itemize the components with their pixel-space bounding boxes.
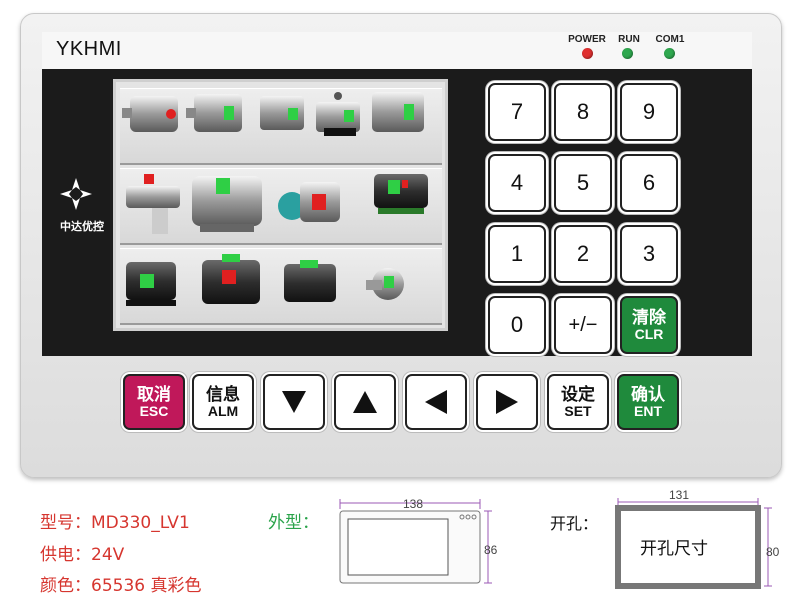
down-arrow-icon	[282, 391, 306, 413]
spec-model: 型号：MD330_LV1	[40, 513, 190, 533]
esc-en-label: ESC	[139, 402, 169, 419]
outline-width: 138	[403, 497, 424, 511]
outline-label: 外型：	[268, 513, 319, 533]
cutout-text: 开孔尺寸	[640, 539, 708, 559]
esc-cn-label: 取消	[137, 384, 171, 404]
alm-button[interactable]: 信息 ALM	[192, 374, 254, 430]
key-6[interactable]: 6	[620, 154, 678, 212]
left-arrow-button[interactable]	[405, 374, 467, 430]
outline-height: 86	[484, 543, 498, 557]
esc-button[interactable]: 取消 ESC	[123, 374, 185, 430]
logo-text: 中达优控	[60, 220, 104, 233]
motor-10[interactable]	[126, 262, 176, 306]
alm-en-label: ALM	[207, 402, 239, 419]
com1-led-label: COM1	[655, 34, 685, 45]
logo-icon	[60, 178, 92, 210]
down-arrow-button[interactable]	[263, 374, 325, 430]
motor-2[interactable]	[186, 94, 242, 132]
motor-7[interactable]	[192, 176, 262, 232]
cutout-label: 开孔：	[550, 514, 599, 533]
motor-6[interactable]	[126, 174, 180, 234]
key-sign[interactable]: +/−	[554, 296, 612, 354]
set-cn-label: 设定	[561, 384, 595, 404]
left-arrow-icon	[425, 390, 447, 414]
key-3[interactable]: 3	[620, 225, 678, 283]
alm-cn-label: 信息	[206, 384, 240, 404]
motor-13[interactable]	[366, 268, 404, 300]
cutout-width: 131	[669, 488, 690, 502]
run-led	[622, 48, 633, 59]
motor-5[interactable]	[372, 92, 424, 132]
right-arrow-icon	[496, 390, 518, 414]
key-7[interactable]: 7	[488, 83, 546, 141]
key-1[interactable]: 1	[488, 225, 546, 283]
outline-drawing	[339, 499, 492, 584]
key-5[interactable]: 5	[554, 154, 612, 212]
motor-11[interactable]	[202, 254, 260, 304]
clear-cn-label: 清除	[632, 307, 666, 327]
up-arrow-button[interactable]	[334, 374, 396, 430]
key-8[interactable]: 8	[554, 83, 612, 141]
clear-en-label: CLR	[634, 325, 664, 342]
hmi-screen[interactable]	[113, 79, 448, 331]
ent-en-label: ENT	[634, 402, 662, 419]
spec-color: 颜色：65536 真彩色	[40, 576, 202, 596]
motor-8[interactable]	[278, 182, 340, 222]
up-arrow-icon	[353, 391, 377, 413]
clear-button[interactable]: 清除 CLR	[620, 296, 678, 354]
motor-1[interactable]	[122, 96, 178, 132]
key-9[interactable]: 9	[620, 83, 678, 141]
key-0[interactable]: 0	[488, 296, 546, 354]
set-button[interactable]: 设定 SET	[547, 374, 609, 430]
motor-4[interactable]	[316, 92, 360, 136]
key-4[interactable]: 4	[488, 154, 546, 212]
brand-label: YKHMI	[56, 38, 122, 60]
key-2[interactable]: 2	[554, 225, 612, 283]
motor-9[interactable]	[374, 174, 428, 214]
power-led	[582, 48, 593, 59]
ent-cn-label: 确认	[631, 384, 665, 404]
motor-12[interactable]	[284, 260, 336, 302]
ent-button[interactable]: 确认 ENT	[617, 374, 679, 430]
motor-3[interactable]	[260, 96, 304, 130]
motor-graphics	[122, 92, 428, 306]
com1-led	[664, 48, 675, 59]
right-arrow-button[interactable]	[476, 374, 538, 430]
set-en-label: SET	[564, 402, 592, 419]
spec-power: 供电：24V	[40, 545, 125, 565]
cutout-height: 80	[766, 545, 780, 559]
